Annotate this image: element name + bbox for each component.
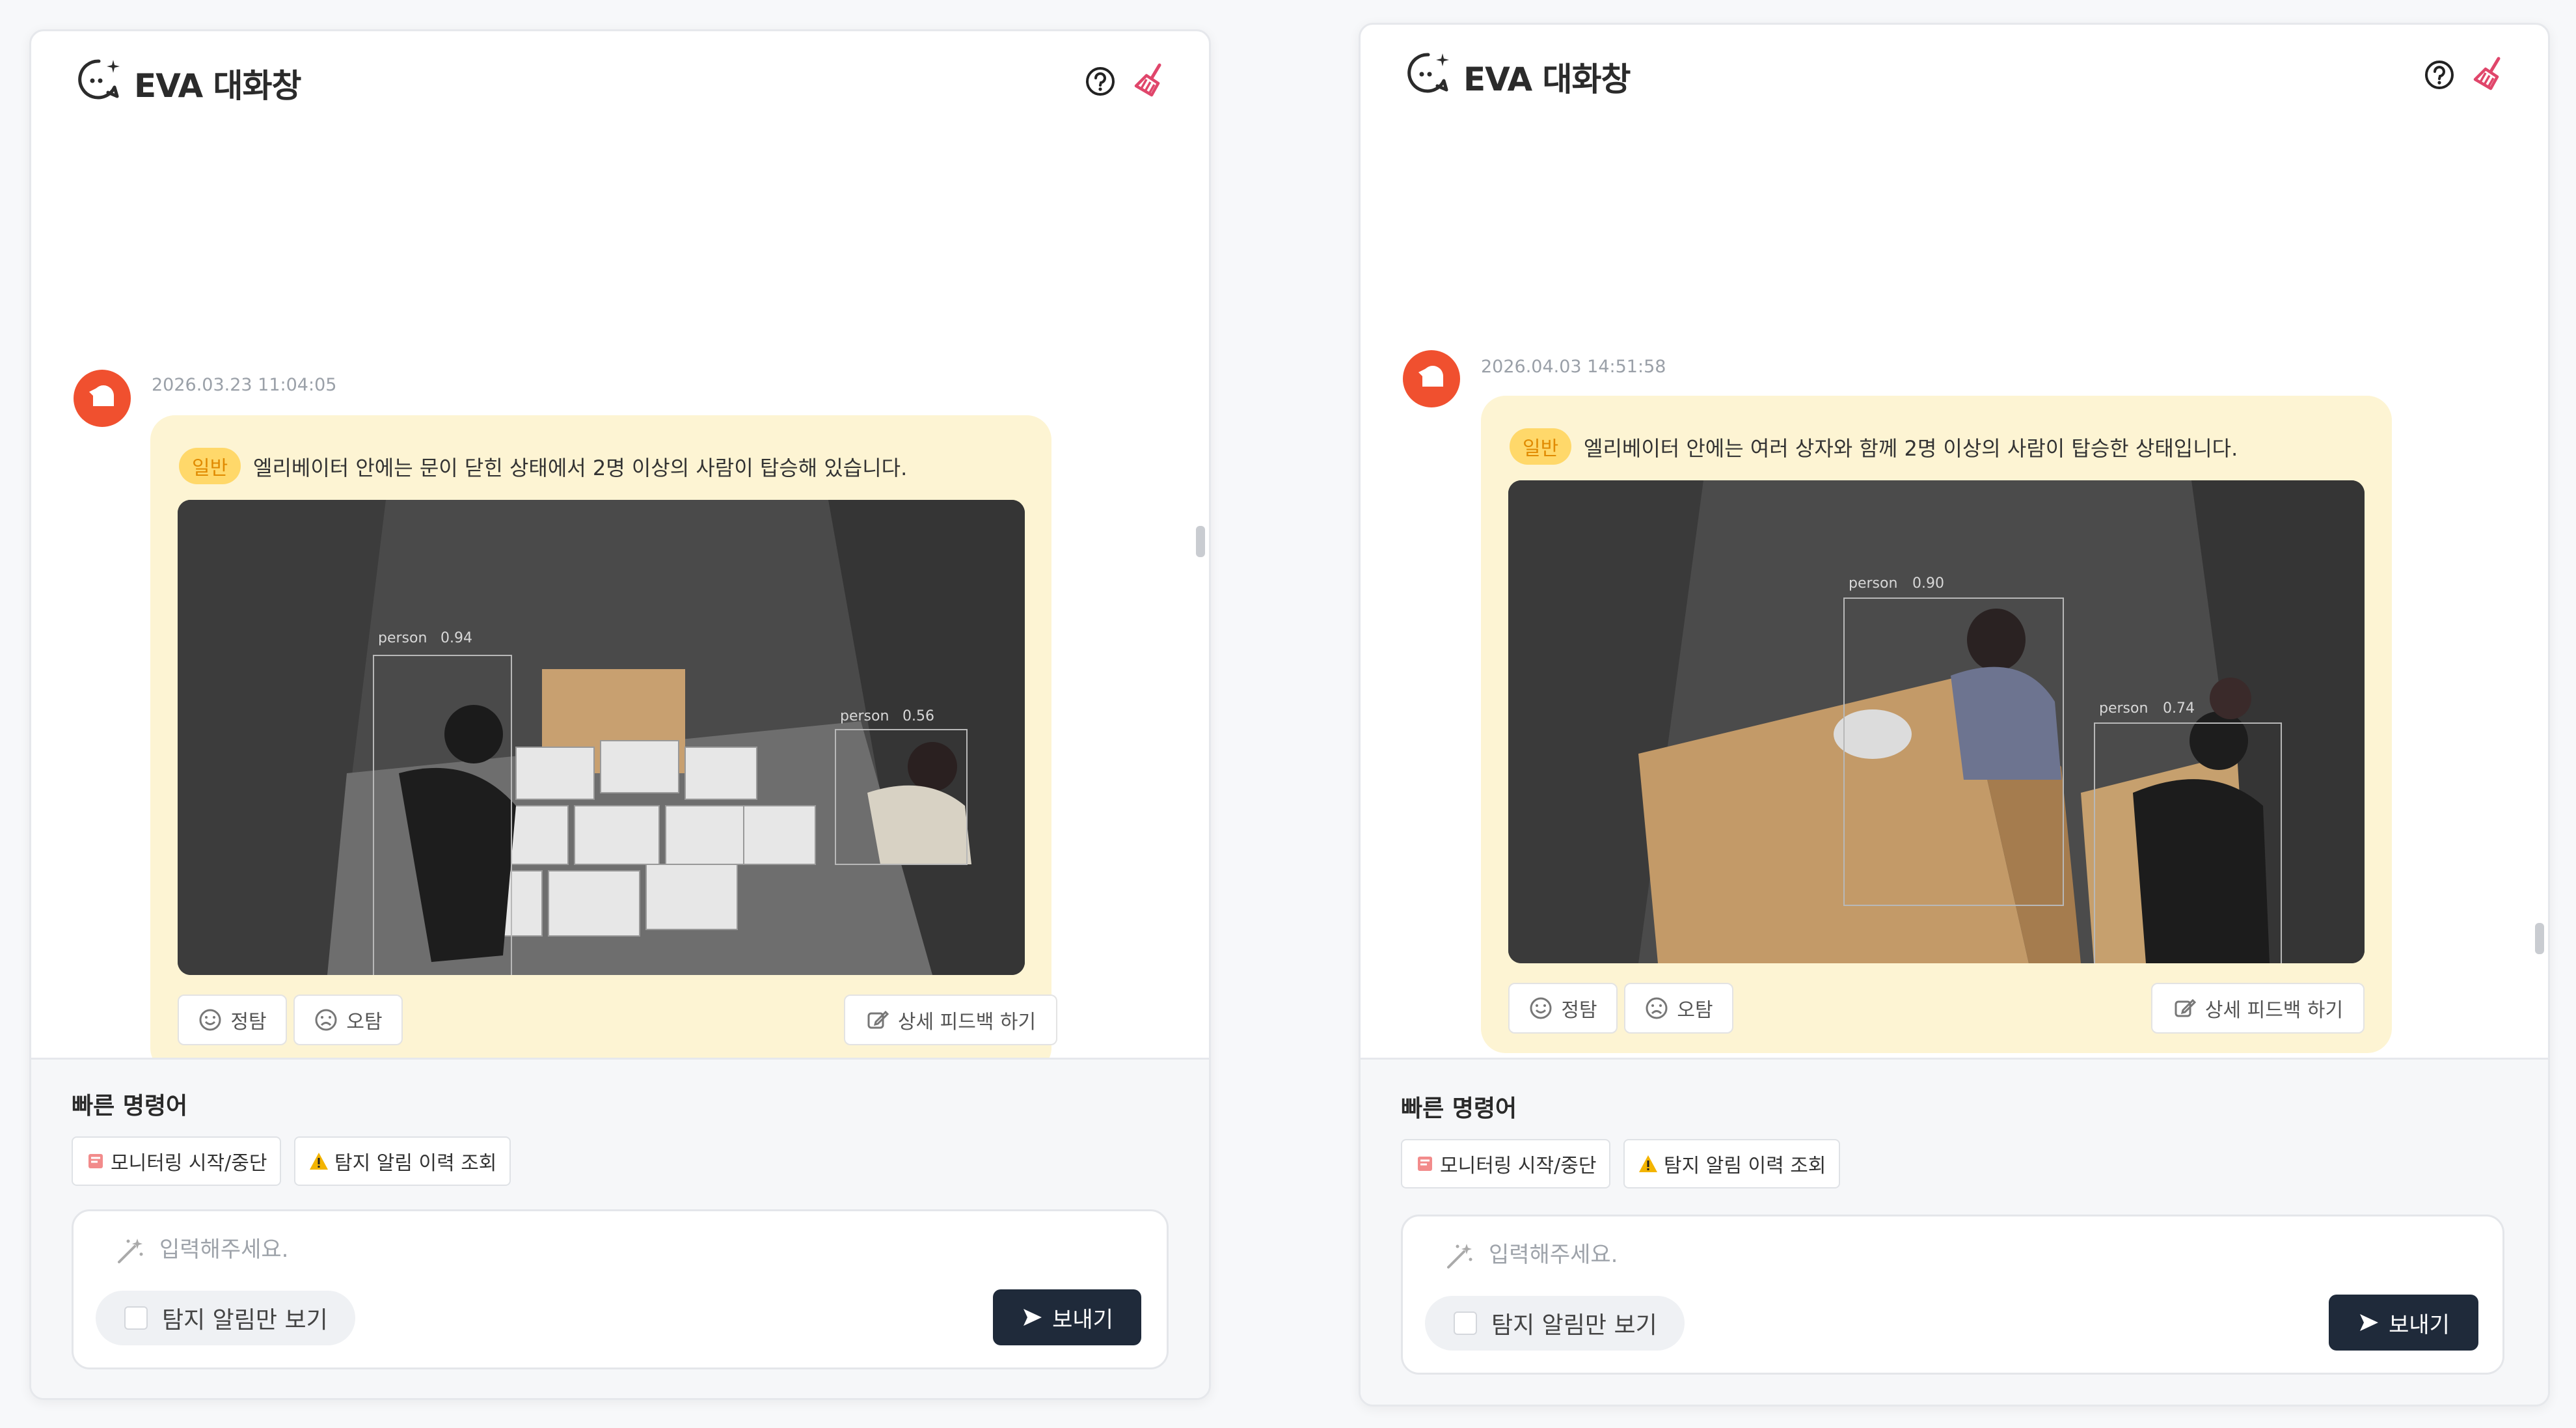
warning-icon	[1639, 1155, 1657, 1172]
monitor-toggle-label: 모니터링 시작/중단	[111, 1152, 267, 1175]
detection-label: person	[840, 708, 889, 724]
monitor-sticker-icon	[1418, 1157, 1432, 1171]
message-input-box: 탐지 알림만 보기 보내기	[1401, 1215, 2504, 1375]
detection-box: person 0.74	[2094, 700, 2282, 963]
quick-commands-title: 빠른 명령어	[72, 1093, 188, 1119]
chat-panel-left: EVA 대화창 2026.03.23 11:04:05 일반 엘리베이터 안에는…	[29, 29, 1211, 1400]
alert-only-label: 탐지 알림만 보기	[1491, 1312, 1657, 1339]
detection-score: 0.56	[902, 708, 934, 724]
detection-score: 0.74	[2163, 700, 2195, 717]
monitor-sticker-icon	[88, 1154, 103, 1168]
detail-feedback-label: 상세 피드백 하기	[897, 1011, 1037, 1034]
detection-box: person 0.94	[373, 630, 512, 975]
magic-wand-icon	[1447, 1244, 1472, 1269]
panel-header: EVA 대화창	[1361, 25, 2548, 122]
wrong-button[interactable]: 오탐	[293, 995, 403, 1045]
edit-icon	[2175, 998, 2196, 1017]
alert-only-label: 탐지 알림만 보기	[162, 1307, 328, 1334]
bot-avatar	[74, 370, 131, 427]
monitor-toggle-button[interactable]: 모니터링 시작/중단	[72, 1136, 282, 1186]
send-label: 보내기	[2389, 1311, 2450, 1338]
alert-only-checkbox[interactable]	[124, 1306, 148, 1330]
correct-button[interactable]: 정탐	[178, 995, 287, 1045]
detection-box: person 0.56	[835, 708, 968, 865]
wrong-label: 오탐	[346, 1011, 383, 1034]
send-arrow-icon	[1024, 1309, 1042, 1326]
category-tag: 일반	[1510, 428, 1572, 465]
alert-history-button[interactable]: 탐지 알림 이력 조회	[294, 1136, 511, 1186]
message-timestamp: 2026.04.03 14:51:58	[1481, 357, 1666, 377]
correct-label: 정탐	[230, 1011, 267, 1034]
alert-history-button[interactable]: 탐지 알림 이력 조회	[1623, 1139, 1841, 1188]
edit-icon	[867, 1010, 889, 1029]
cctv-snapshot[interactable]: person 0.90 person 0.74	[1508, 480, 2365, 963]
detection-label: person	[1849, 575, 1898, 592]
message-input[interactable]	[1487, 1241, 2011, 1269]
detection-label: person	[378, 630, 427, 646]
wrong-label: 오탐	[1677, 999, 1713, 1022]
cctv-snapshot[interactable]: person 0.94 person 0.56	[178, 500, 1025, 975]
message-bubble: 일반 엘리베이터 안에는 문이 닫힌 상태에서 2명 이상의 사람이 탑승해 있…	[150, 415, 1057, 1073]
monitor-toggle-button[interactable]: 모니터링 시작/중단	[1401, 1139, 1611, 1188]
message-input[interactable]	[158, 1236, 681, 1263]
detection-score: 0.90	[1912, 575, 1944, 592]
scrollbar-thumb[interactable]	[2535, 923, 2544, 954]
smile-icon	[199, 1009, 221, 1031]
send-button[interactable]: 보내기	[993, 1289, 1141, 1345]
panel-title: EVA 대화창	[1463, 61, 1631, 98]
panel-header: EVA 대화창	[31, 31, 1209, 129]
bot-avatar	[1403, 350, 1460, 407]
detail-feedback-button[interactable]: 상세 피드백 하기	[2151, 983, 2365, 1034]
alert-history-label: 탐지 알림 이력 조회	[334, 1152, 497, 1175]
panel-title: EVA 대화창	[134, 67, 302, 105]
alert-only-checkbox[interactable]	[1454, 1311, 1477, 1335]
detail-feedback-button[interactable]: 상세 피드백 하기	[844, 995, 1057, 1045]
correct-label: 정탐	[1561, 999, 1597, 1022]
detection-score: 0.94	[441, 630, 472, 646]
chat-sparkle-icon	[1407, 53, 1449, 93]
send-label: 보내기	[1052, 1306, 1113, 1333]
send-button[interactable]: 보내기	[2329, 1295, 2478, 1351]
broom-icon[interactable]	[2470, 55, 2510, 95]
chat-sparkle-icon	[78, 59, 120, 100]
smile-icon	[1530, 997, 1552, 1019]
help-circle-icon[interactable]	[2423, 59, 2456, 91]
command-area: 빠른 명령어 모니터링 시작/중단 탐지 알림 이력 조회 탐지 알림만 보기 …	[1361, 1058, 2548, 1405]
detail-feedback-label: 상세 피드백 하기	[2204, 999, 2344, 1022]
correct-button[interactable]: 정탐	[1508, 983, 1618, 1034]
detection-box: person 0.90	[1843, 575, 2064, 906]
broom-icon[interactable]	[1131, 61, 1171, 102]
magic-wand-icon	[118, 1239, 143, 1263]
message-input-box: 탐지 알림만 보기 보내기	[72, 1209, 1169, 1369]
warning-icon	[310, 1153, 328, 1170]
command-area: 빠른 명령어 모니터링 시작/중단 탐지 알림 이력 조회 탐지 알림만 보기 …	[31, 1058, 1209, 1398]
message-text: 엘리베이터 안에는 여러 상자와 함께 2명 이상의 사람이 탑승한 상태입니다…	[1584, 436, 2238, 461]
message-timestamp: 2026.03.23 11:04:05	[152, 375, 337, 395]
send-arrow-icon	[2360, 1314, 2379, 1331]
detection-label: person	[2099, 700, 2149, 717]
alert-history-label: 탐지 알림 이력 조회	[1664, 1155, 1826, 1177]
frown-icon	[315, 1009, 337, 1031]
message-text: 엘리베이터 안에는 문이 닫힌 상태에서 2명 이상의 사람이 탑승해 있습니다…	[253, 456, 908, 480]
monitor-toggle-label: 모니터링 시작/중단	[1440, 1155, 1597, 1177]
quick-commands-title: 빠른 명령어	[1401, 1095, 1517, 1122]
category-tag: 일반	[179, 448, 241, 484]
message-bubble: 일반 엘리베이터 안에는 여러 상자와 함께 2명 이상의 사람이 탑승한 상태…	[1481, 396, 2392, 1053]
alert-only-toggle[interactable]: 탐지 알림만 보기	[1425, 1296, 1685, 1351]
wrong-button[interactable]: 오탐	[1624, 983, 1733, 1034]
scrollbar-thumb[interactable]	[1196, 526, 1205, 557]
chat-panel-right: EVA 대화창 2026.04.03 14:51:58 일반 엘리베이터 안에는…	[1359, 23, 2550, 1407]
alert-only-toggle[interactable]: 탐지 알림만 보기	[96, 1291, 355, 1345]
frown-icon	[1646, 997, 1668, 1019]
help-circle-icon[interactable]	[1084, 65, 1117, 98]
